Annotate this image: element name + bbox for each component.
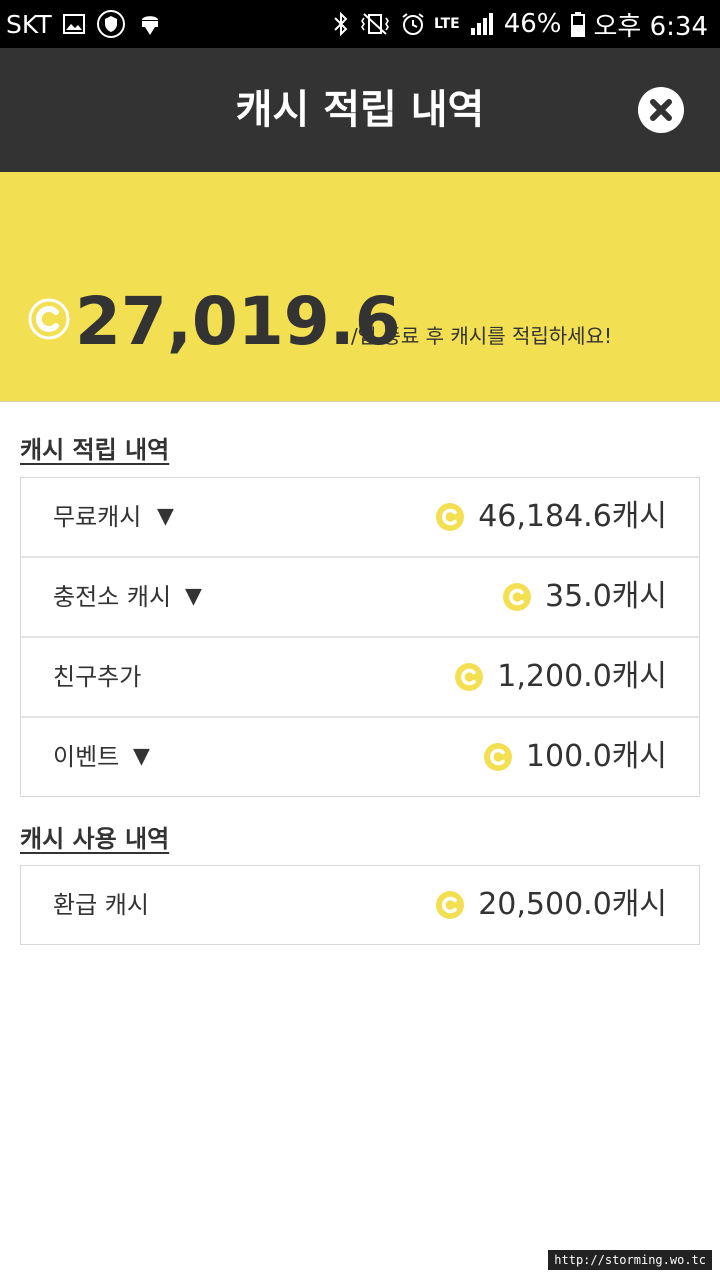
- coin-icon: [455, 663, 484, 691]
- earn-list: 무료캐시 ▼ 46,184.6캐시 충전소 캐시 ▼ 35.0캐시 친구추가 1…: [20, 477, 700, 797]
- list-item-charging-station-cash[interactable]: 충전소 캐시 ▼ 35.0캐시: [21, 558, 699, 638]
- use-section-title: 캐시 사용 내역: [20, 825, 170, 853]
- balance-banner: 27,019.6 /앱 종료 후 캐시를 적립하세요!: [0, 172, 720, 402]
- watermark: http://storming.wo.tc: [548, 1250, 712, 1270]
- coin-icon: [483, 743, 512, 771]
- row-value: 35.0캐시: [545, 579, 667, 614]
- gallery-icon: [62, 12, 86, 36]
- status-bar-left: SKT: [6, 0, 164, 48]
- list-item-event[interactable]: 이벤트 ▼ 100.0캐시: [21, 718, 699, 796]
- carrier-label: SKT: [6, 9, 52, 39]
- dropdown-arrow-icon[interactable]: ▼: [157, 478, 174, 556]
- vibrate-icon: [358, 10, 392, 38]
- list-item-friend-add[interactable]: 친구추가 1,200.0캐시: [21, 638, 699, 718]
- row-value-group: 100.0캐시: [483, 718, 667, 796]
- header-bar: 캐시 적립 내역: [0, 48, 720, 172]
- time-label: 오후 6:34: [593, 11, 709, 42]
- network-type-label: LTE: [433, 16, 460, 32]
- balance-note: /앱 종료 후 캐시를 적립하세요!: [351, 324, 612, 348]
- battery-icon: [570, 10, 586, 38]
- row-label: 이벤트: [53, 743, 120, 771]
- signal-icon: [468, 10, 496, 38]
- row-label: 환급 캐시: [53, 891, 149, 919]
- page-title: 캐시 적립 내역: [235, 87, 485, 133]
- android-download-icon: [136, 10, 164, 38]
- row-value: 46,184.6캐시: [478, 499, 667, 534]
- use-list: 환급 캐시 20,500.0캐시: [20, 865, 700, 945]
- coin-icon: [436, 503, 465, 531]
- row-value-group: 35.0캐시: [503, 558, 667, 636]
- list-item-free-cash[interactable]: 무료캐시 ▼ 46,184.6캐시: [21, 478, 699, 558]
- status-bar: SKT LTE 46% 오후 6:34: [0, 0, 720, 48]
- battery-percent-label: 46%: [503, 9, 562, 39]
- close-icon: [650, 99, 672, 121]
- row-value-group: 46,184.6캐시: [436, 478, 667, 556]
- row-value-group: 1,200.0캐시: [455, 638, 667, 716]
- coin-icon: [28, 298, 70, 340]
- earn-section-title: 캐시 적립 내역: [20, 436, 170, 464]
- coin-icon: [503, 583, 531, 611]
- row-label: 친구추가: [53, 663, 142, 691]
- alarm-icon: [400, 11, 426, 37]
- status-bar-right: LTE 46% 오후 6:34: [332, 0, 708, 48]
- row-value: 20,500.0캐시: [478, 887, 667, 922]
- dropdown-arrow-icon[interactable]: ▼: [185, 558, 202, 636]
- row-value-group: 20,500.0캐시: [436, 866, 667, 944]
- close-button[interactable]: [638, 87, 684, 133]
- row-value: 1,200.0캐시: [497, 659, 667, 694]
- row-label: 충전소 캐시: [53, 583, 172, 611]
- bluetooth-icon: [332, 10, 350, 38]
- list-item-refund-cash[interactable]: 환급 캐시 20,500.0캐시: [21, 866, 699, 944]
- row-label: 무료캐시: [53, 503, 142, 531]
- dropdown-arrow-icon[interactable]: ▼: [133, 718, 150, 796]
- row-value: 100.0캐시: [525, 739, 667, 774]
- shield-icon: [96, 9, 126, 39]
- coin-icon: [436, 891, 465, 919]
- cash-history-screen: SKT LTE 46% 오후 6:34 캐시 적립 내역 27,019.6 /앱…: [0, 0, 720, 1279]
